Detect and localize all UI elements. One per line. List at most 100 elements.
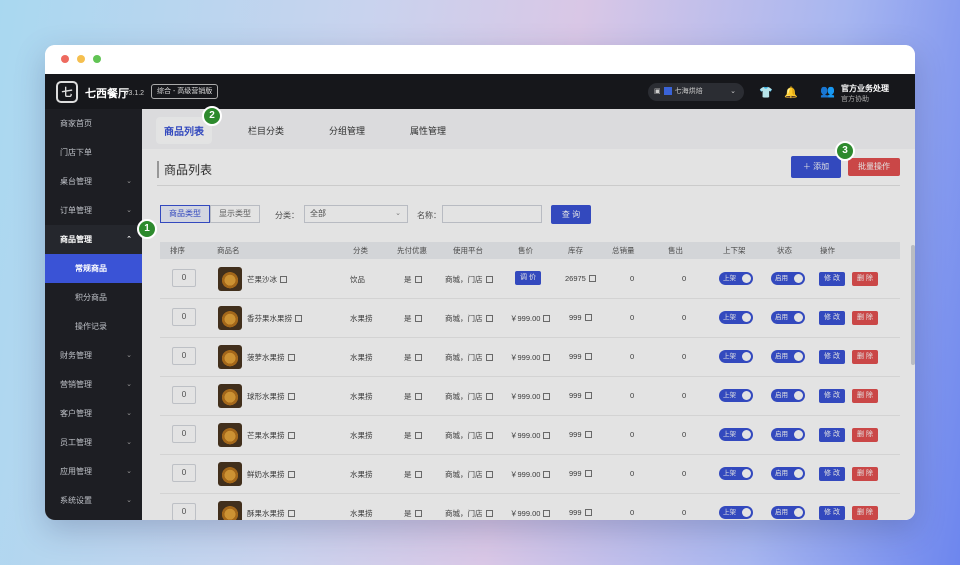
edit-icon[interactable]: [485, 276, 493, 283]
delete-button[interactable]: 删 除: [852, 467, 878, 481]
tab-group-management[interactable]: 分组管理: [329, 124, 365, 137]
adjust-price-button[interactable]: 调 价: [515, 271, 541, 285]
col-sold[interactable]: 售出: [668, 242, 683, 259]
shelf-toggle[interactable]: 上架: [719, 311, 753, 324]
edit-button[interactable]: 修 改: [819, 350, 845, 364]
shelf-toggle[interactable]: 上架: [719, 428, 753, 441]
minimize-dot[interactable]: [77, 55, 85, 63]
edit-icon[interactable]: [485, 393, 493, 400]
edit-icon[interactable]: [287, 432, 295, 439]
edit-icon[interactable]: [485, 432, 493, 439]
product-name-cell[interactable]: 香芬果水果捞: [247, 313, 302, 324]
bell-icon[interactable]: 🔔: [784, 86, 798, 99]
sidebar-item-customers[interactable]: 客户管理 ⌄: [45, 399, 142, 428]
edit-icon[interactable]: [280, 276, 287, 283]
status-toggle[interactable]: 启用: [771, 311, 805, 324]
sort-input[interactable]: 0: [172, 464, 196, 482]
sidebar-item-products[interactable]: 商品管理 ⌃: [45, 225, 142, 254]
status-toggle[interactable]: 启用: [771, 428, 805, 441]
edit-icon[interactable]: [414, 432, 422, 439]
edit-icon[interactable]: [414, 471, 422, 478]
col-price[interactable]: 售价: [518, 242, 533, 259]
edit-icon[interactable]: [287, 510, 295, 517]
delete-button[interactable]: 删 除: [852, 389, 878, 403]
shelf-toggle[interactable]: 上架: [719, 467, 753, 480]
shelf-toggle[interactable]: 上架: [719, 350, 753, 363]
price-cell[interactable]: ￥999.00: [510, 391, 551, 402]
stock-cell[interactable]: 999: [569, 352, 592, 361]
scrollbar[interactable]: [911, 245, 915, 365]
edit-icon[interactable]: [287, 393, 295, 400]
platform-cell[interactable]: 商城，门店: [445, 391, 493, 402]
edit-icon[interactable]: [584, 314, 592, 321]
sidebar-sub-operation-log[interactable]: 操作记录: [45, 312, 142, 341]
close-dot[interactable]: [61, 55, 69, 63]
edit-icon[interactable]: [584, 392, 592, 399]
shelf-toggle[interactable]: 上架: [719, 389, 753, 402]
delete-button[interactable]: 删 除: [852, 428, 878, 442]
sidebar-item-home[interactable]: 商家首页: [45, 109, 142, 138]
category-select[interactable]: 全部 ⌄: [304, 205, 408, 223]
stock-cell[interactable]: 999: [569, 430, 592, 439]
edit-icon[interactable]: [543, 471, 551, 478]
sidebar-item-settings[interactable]: 系统设置 ⌄: [45, 486, 142, 515]
col-stock[interactable]: 库存: [568, 242, 583, 259]
add-button[interactable]: ＋ 添加: [791, 156, 841, 178]
prepay-cell[interactable]: 是: [404, 469, 422, 480]
sidebar-item-tables[interactable]: 桌台管理 ⌄: [45, 167, 142, 196]
stock-cell[interactable]: 26975: [565, 274, 596, 283]
edit-icon[interactable]: [584, 509, 592, 516]
store-selector[interactable]: ▣ 七海烘焙 ⌄: [648, 83, 744, 101]
edit-icon[interactable]: [414, 510, 422, 517]
delete-button[interactable]: 删 除: [852, 350, 878, 364]
shelf-toggle[interactable]: 上架: [719, 272, 753, 285]
edit-icon[interactable]: [543, 354, 551, 361]
edit-button[interactable]: 修 改: [819, 389, 845, 403]
platform-cell[interactable]: 商城，门店: [445, 508, 493, 519]
edit-icon[interactable]: [414, 393, 422, 400]
product-name-cell[interactable]: 芒果沙冰: [247, 274, 287, 285]
edit-button[interactable]: 修 改: [819, 506, 845, 520]
price-cell[interactable]: ￥999.00: [510, 508, 551, 519]
sidebar-item-staff[interactable]: 员工管理 ⌄: [45, 428, 142, 457]
prepay-cell[interactable]: 是: [404, 313, 422, 324]
edit-icon[interactable]: [485, 354, 493, 361]
edit-icon[interactable]: [543, 432, 551, 439]
segment-product-type[interactable]: 商品类型: [160, 205, 210, 223]
sidebar-item-apps[interactable]: 应用管理 ⌄: [45, 457, 142, 486]
prepay-cell[interactable]: 是: [404, 508, 422, 519]
edit-icon[interactable]: [295, 315, 302, 322]
sidebar-item-orders[interactable]: 订单管理 ⌄: [45, 196, 142, 225]
delete-button[interactable]: 删 除: [852, 506, 878, 520]
segment-display-type[interactable]: 显示类型: [210, 205, 260, 223]
price-cell[interactable]: ￥999.00: [510, 352, 551, 363]
edit-icon[interactable]: [414, 354, 422, 361]
sidebar-item-store-order[interactable]: 门店下单: [45, 138, 142, 167]
product-name-cell[interactable]: 菠萝水果捞: [247, 352, 295, 363]
tab-column-category[interactable]: 栏目分类: [248, 124, 284, 137]
prepay-cell[interactable]: 是: [404, 352, 422, 363]
edit-icon[interactable]: [584, 470, 592, 477]
edit-icon[interactable]: [543, 510, 551, 517]
status-toggle[interactable]: 启用: [771, 467, 805, 480]
name-input[interactable]: [442, 205, 542, 223]
platform-cell[interactable]: 商城，门店: [445, 469, 493, 480]
sidebar-sub-regular-products[interactable]: 常规商品: [45, 254, 142, 283]
edit-icon[interactable]: [584, 431, 592, 438]
sort-input[interactable]: 0: [172, 503, 196, 520]
delete-button[interactable]: 删 除: [852, 311, 878, 325]
platform-cell[interactable]: 商城，门店: [445, 352, 493, 363]
sort-input[interactable]: 0: [172, 347, 196, 365]
sort-input[interactable]: 0: [172, 308, 196, 326]
stock-cell[interactable]: 999: [569, 391, 592, 400]
stock-cell[interactable]: 999: [569, 508, 592, 517]
tab-product-list[interactable]: 商品列表: [158, 119, 210, 142]
product-name-cell[interactable]: 酥果水果捞: [247, 508, 295, 519]
prepay-cell[interactable]: 是: [404, 391, 422, 402]
edit-icon[interactable]: [543, 393, 551, 400]
edit-icon[interactable]: [543, 315, 551, 322]
edit-icon[interactable]: [287, 471, 295, 478]
query-button[interactable]: 查 询: [551, 205, 591, 224]
price-cell[interactable]: ￥999.00: [510, 430, 551, 441]
platform-cell[interactable]: 商城，门店: [445, 313, 493, 324]
